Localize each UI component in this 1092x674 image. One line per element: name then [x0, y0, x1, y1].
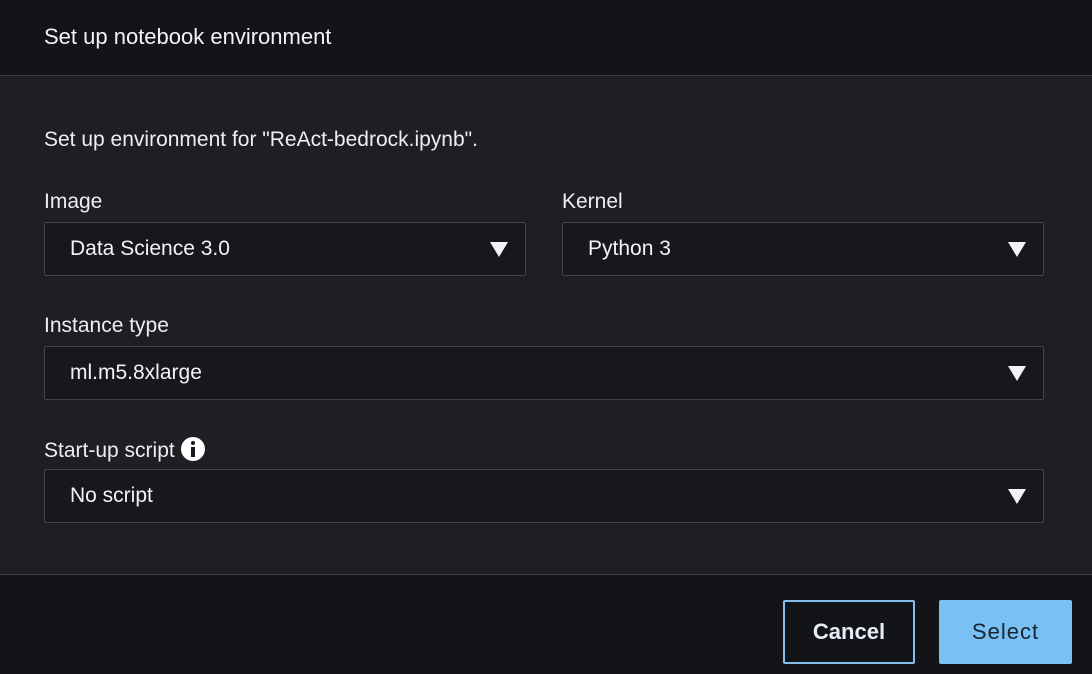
kernel-label: Kernel: [562, 190, 623, 213]
startup-script-select[interactable]: No script: [44, 469, 1044, 523]
image-label: Image: [44, 190, 103, 213]
dialog-body: Set up environment for "ReAct-bedrock.ip…: [0, 76, 1092, 574]
setup-notebook-dialog: Set up notebook environment Set up envir…: [0, 0, 1092, 674]
startup-script-select-value: No script: [70, 484, 153, 507]
caret-down-icon: [1008, 242, 1026, 257]
dialog-header: Set up notebook environment: [0, 0, 1092, 76]
kernel-select[interactable]: Python 3: [562, 222, 1044, 276]
instance-type-label: Instance type: [44, 314, 169, 337]
kernel-select-value: Python 3: [588, 237, 671, 260]
info-icon[interactable]: [180, 437, 205, 461]
select-button[interactable]: Select: [939, 600, 1072, 664]
image-select[interactable]: Data Science 3.0: [44, 222, 526, 276]
startup-script-label: Start-up script: [44, 439, 175, 462]
caret-down-icon: [490, 242, 508, 257]
image-select-value: Data Science 3.0: [70, 237, 230, 260]
caret-down-icon: [1008, 489, 1026, 504]
dialog-description: Set up environment for "ReAct-bedrock.ip…: [44, 128, 478, 151]
dialog-title: Set up notebook environment: [44, 24, 332, 49]
instance-type-select-value: ml.m5.8xlarge: [70, 361, 202, 384]
dialog-footer: Cancel Select: [0, 574, 1092, 674]
cancel-button[interactable]: Cancel: [783, 600, 915, 664]
instance-type-select[interactable]: ml.m5.8xlarge: [44, 346, 1044, 400]
caret-down-icon: [1008, 366, 1026, 381]
startup-script-label-row: Start-up script: [44, 437, 205, 463]
